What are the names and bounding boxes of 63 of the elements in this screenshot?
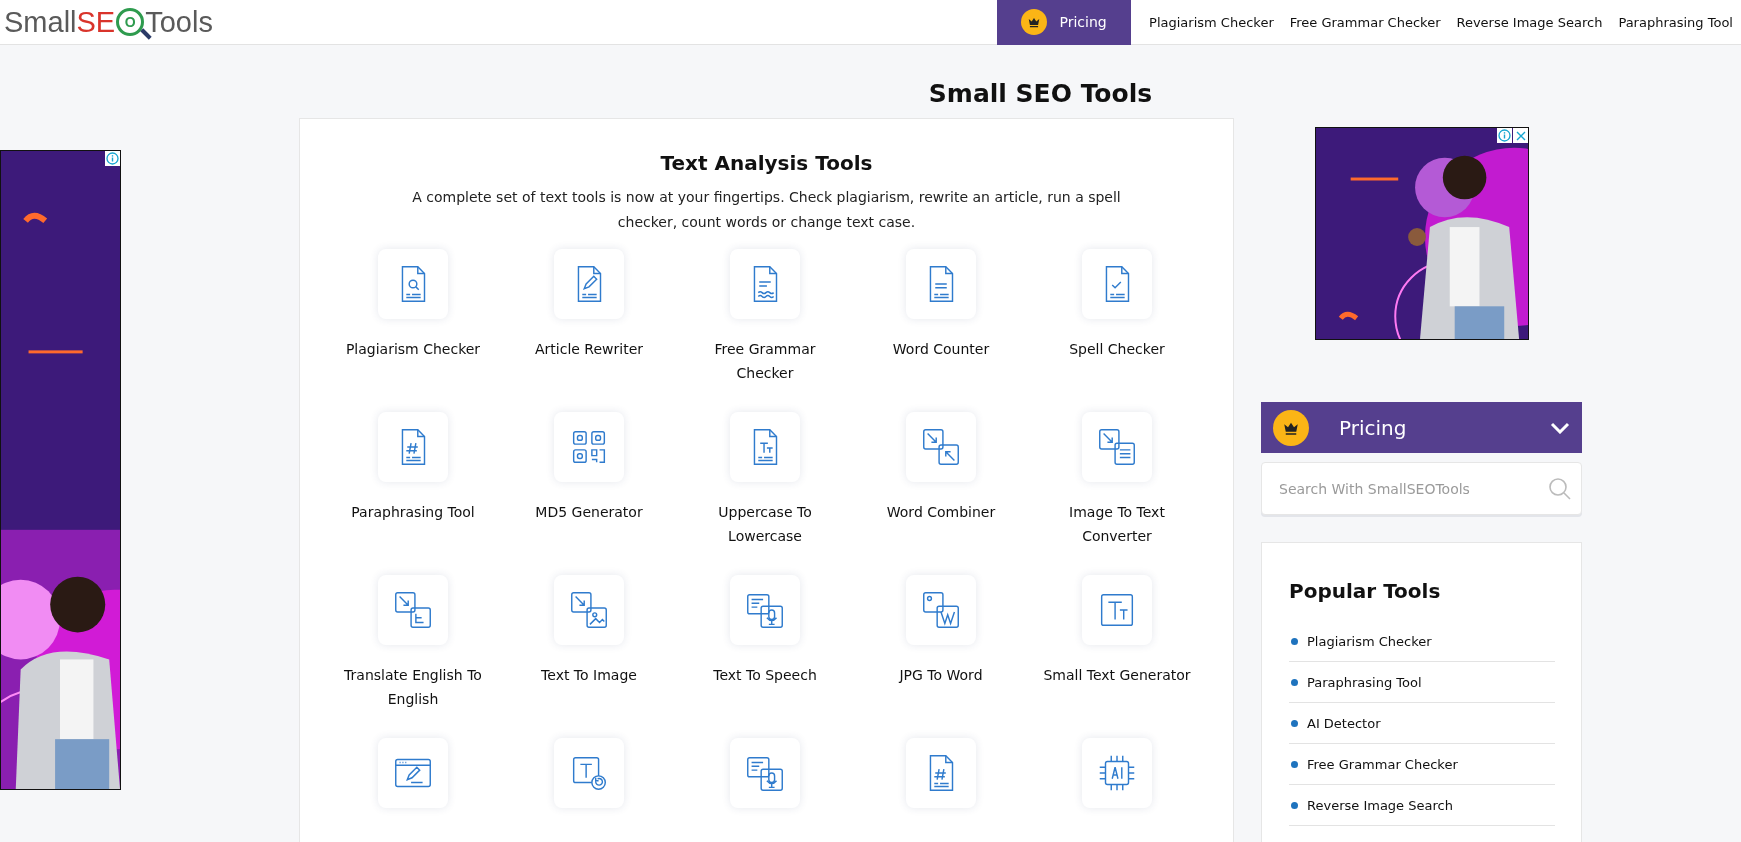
info-icon[interactable] (1497, 128, 1512, 143)
popular-tool-link[interactable]: Reverse Image Search (1307, 797, 1453, 813)
nav-link[interactable]: Free Grammar Checker (1289, 14, 1441, 30)
tool-tile[interactable] (554, 412, 624, 482)
popular-tool-link[interactable]: AI Detector (1307, 715, 1381, 731)
tool-link[interactable]: Small Text Generator (1042, 663, 1192, 687)
tool-link[interactable]: Paraphrasing Tool (338, 500, 488, 524)
nav-link[interactable]: Paraphrasing Tool (1618, 14, 1733, 30)
section-description: A complete set of text tools is now at your fingertips. Check plagiarism, rewrite an article, run a spell checker, count words or change text case. (411, 188, 1122, 232)
tool-link[interactable]: Text To Image (514, 663, 664, 687)
tool-tile[interactable] (378, 738, 448, 808)
tool-link[interactable]: Text To Speech (690, 663, 840, 687)
tool-link[interactable]: Uppercase To Lowercase (690, 500, 840, 548)
bullet-icon (1291, 760, 1298, 768)
pricing-button[interactable]: Pricing (997, 0, 1132, 45)
bullet-icon (1291, 719, 1298, 727)
tool-tile[interactable] (730, 249, 800, 319)
bullet-icon (1291, 801, 1298, 809)
crown-icon (1273, 409, 1309, 446)
info-icon[interactable] (105, 151, 120, 166)
tool-link[interactable]: Article Rewriter (514, 337, 664, 361)
popular-tool-link[interactable]: Paraphrasing Tool (1307, 674, 1422, 690)
tool-link[interactable]: Free Grammar Checker (690, 337, 840, 385)
close-icon[interactable] (1513, 128, 1528, 143)
tool-tile[interactable] (906, 575, 976, 645)
tool-tile[interactable] (906, 738, 976, 808)
tool-tile[interactable] (554, 738, 624, 808)
tool-tile[interactable] (554, 575, 624, 645)
tool-tile[interactable] (906, 412, 976, 482)
site-logo[interactable]: SmallSE O Tools (0, 5, 213, 39)
tool-tile[interactable] (1082, 738, 1152, 808)
tool-link[interactable]: Plagiarism Checker (338, 337, 488, 361)
section-heading: Text Analysis Tools (659, 151, 874, 175)
tool-tile[interactable] (378, 249, 448, 319)
pricing-dropdown[interactable]: Pricing (1261, 402, 1582, 453)
tool-tile[interactable] (378, 575, 448, 645)
bullet-icon (1291, 637, 1298, 645)
tool-tile[interactable] (906, 249, 976, 319)
tool-link[interactable]: Translate English To English (338, 663, 488, 711)
search-field[interactable]: Search With SmallSEOTools (1261, 462, 1582, 515)
tool-tile[interactable] (1082, 249, 1152, 319)
tool-tile[interactable] (730, 575, 800, 645)
tool-tile[interactable] (1082, 412, 1152, 482)
tool-link[interactable]: Word Counter (866, 337, 1016, 361)
tool-link[interactable]: Spell Checker (1042, 337, 1192, 361)
page-title: Small SEO Tools (928, 79, 1153, 108)
chevron-down-icon (1550, 421, 1570, 434)
tool-tile[interactable] (730, 412, 800, 482)
popular-tools-heading: Popular Tools (1289, 579, 1442, 603)
bullet-icon (1291, 678, 1298, 686)
popular-tool-link[interactable]: Plagiarism Checker (1307, 633, 1432, 649)
nav-link[interactable]: Plagiarism Checker (1149, 14, 1274, 30)
nav-link[interactable]: Reverse Image Search (1456, 14, 1603, 30)
popular-tool-link[interactable]: Free Grammar Checker (1307, 756, 1458, 772)
tool-link[interactable]: Image To Text Converter (1042, 500, 1192, 548)
tool-tile[interactable] (730, 738, 800, 808)
tool-link[interactable]: Word Combiner (866, 500, 1016, 524)
crown-icon (1021, 9, 1048, 35)
tool-tile[interactable] (554, 249, 624, 319)
tool-tile[interactable] (1082, 575, 1152, 645)
tool-tile[interactable] (378, 412, 448, 482)
tool-link[interactable]: MD5 Generator (514, 500, 664, 524)
tool-link[interactable]: JPG To Word (866, 663, 1016, 687)
